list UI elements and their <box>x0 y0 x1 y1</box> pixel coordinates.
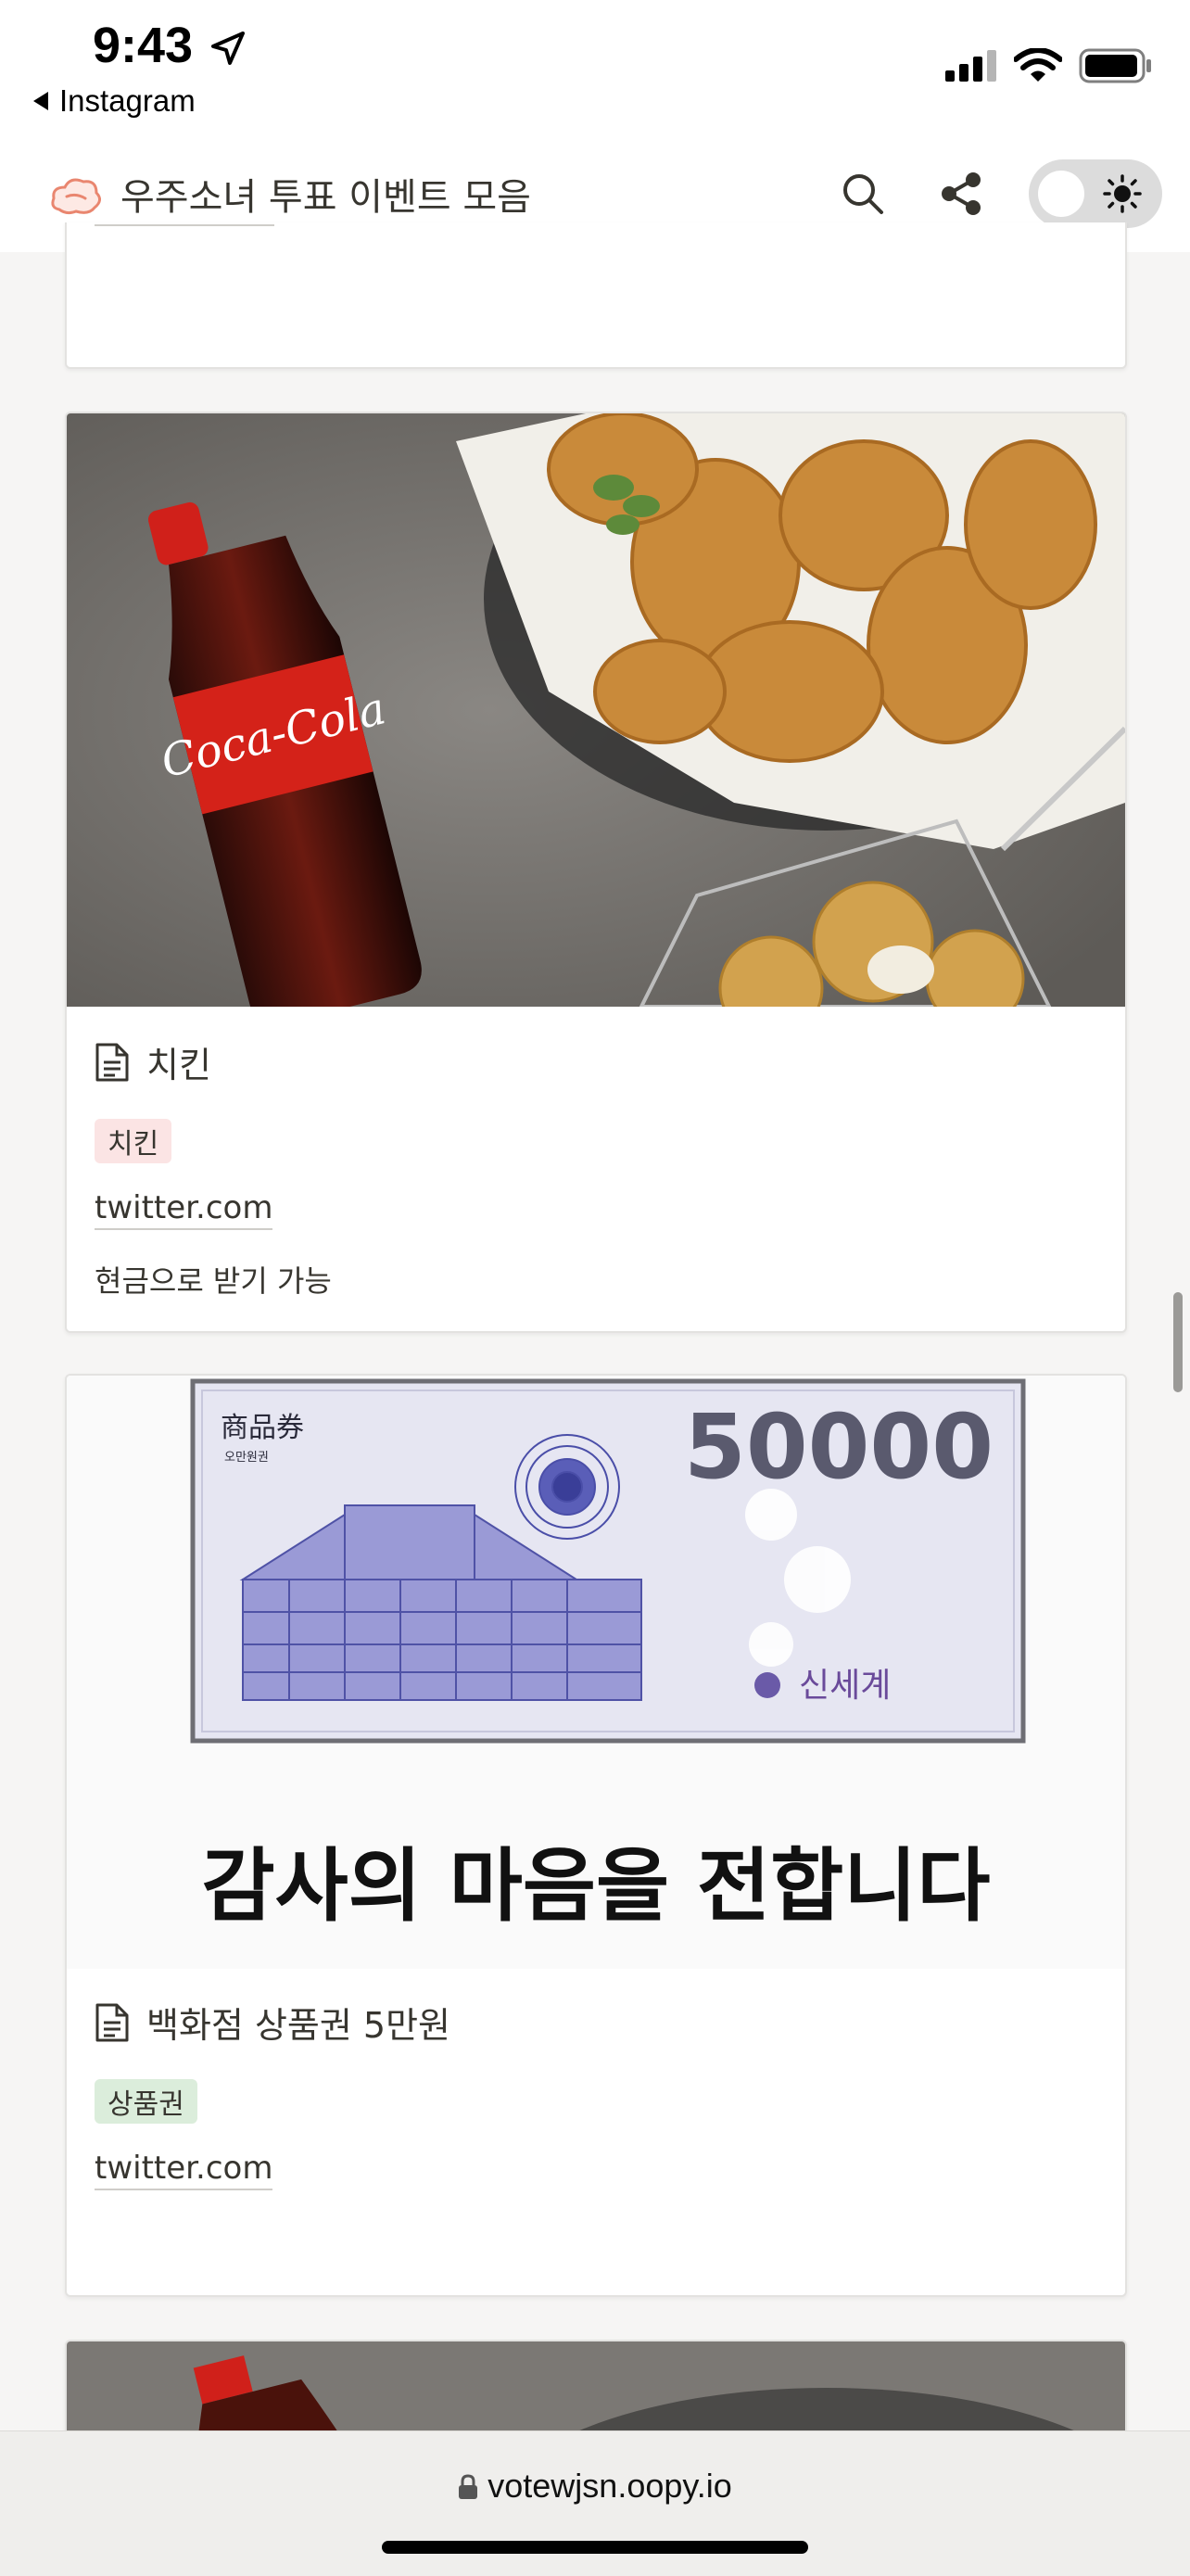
category-tag: 치킨 <box>95 1119 172 1163</box>
card-description: 현금으로 받기 가능 <box>95 1263 332 1299</box>
link-row: twitter.com <box>95 1189 1097 1230</box>
voucher-caption: 감사의 마음을 전합니다 <box>201 1839 990 1933</box>
status-icons <box>945 48 1153 83</box>
share-icon[interactable] <box>936 169 986 219</box>
document-icon <box>95 2003 129 2041</box>
url-text: votewjsn.oopy.io <box>487 2467 732 2505</box>
source-link[interactable]: twitter.com <box>95 2150 273 2190</box>
lock-icon <box>459 2474 478 2499</box>
browser-url-bar[interactable]: votewjsn.oopy.io <box>0 2430 1190 2576</box>
clock: 9:43 <box>93 18 194 73</box>
url-field[interactable]: votewjsn.oopy.io <box>0 2467 1190 2506</box>
card-body: 백화점 상품권 5만원 상품권 twitter.com <box>95 1997 1097 2190</box>
chicken-cola-photo: Coca-Cola <box>67 413 1125 1007</box>
voucher-brand: 신세계 <box>799 1667 891 1705</box>
source-link[interactable]: twitter.com <box>95 1189 273 1230</box>
toggle-knob <box>1038 171 1084 217</box>
document-icon <box>95 1043 129 1081</box>
card-title-row[interactable]: 백화점 상품권 5만원 <box>95 1997 1097 2048</box>
sun-icon <box>1103 174 1142 213</box>
card-title: 치킨 <box>146 1045 211 1085</box>
gallery-card-voucher[interactable]: 商品券 오만원권 50000 신세계 감사의 마음을 전합니다 백화점 상품권 … <box>65 1374 1127 2297</box>
gallery-card-partial[interactable] <box>65 222 1127 369</box>
search-icon[interactable] <box>840 171 886 217</box>
card-body: 치킨 치킨 twitter.com 현금으로 받기 가능 <box>95 1036 1097 1301</box>
home-indicator[interactable] <box>382 2541 808 2554</box>
category-tag: 상품권 <box>95 2079 197 2124</box>
voucher-amount: 50000 <box>684 1395 994 1499</box>
wifi-icon <box>1014 48 1062 82</box>
voucher-sub-label: 오만원권 <box>224 1451 269 1465</box>
card-title: 백화점 상품권 5만원 <box>146 2005 451 2046</box>
link-row: twitter.com <box>95 2150 1097 2190</box>
scroll-indicator[interactable] <box>1173 1292 1183 1392</box>
voucher-label: 商品券 <box>221 1412 304 1444</box>
back-to-app-link[interactable]: Instagram <box>33 83 196 119</box>
card-title-row[interactable]: 치킨 <box>95 1036 1097 1087</box>
link-underline <box>95 224 274 226</box>
tag-row: 상품권 <box>95 2079 1097 2124</box>
tag-row: 치킨 <box>95 1119 1097 1163</box>
status-bar: 9:43 Instagram <box>0 0 1190 139</box>
cloud-logo-icon[interactable] <box>48 172 104 221</box>
cellular-signal-icon <box>945 50 996 82</box>
back-arrow-icon <box>33 92 48 110</box>
voucher-photo: 商品券 오만원권 50000 신세계 감사의 마음을 전합니다 <box>67 1376 1125 1969</box>
location-arrow-icon <box>211 32 245 65</box>
battery-icon <box>1079 48 1151 83</box>
gallery-card-chicken[interactable]: Coca-Cola 치킨 치킨 twitter.com 현금으로 받기 가능 <box>65 412 1127 1333</box>
page-title: 우주소녀 투표 이벤트 모음 <box>120 176 531 219</box>
theme-toggle[interactable] <box>1029 159 1162 228</box>
back-app-label: Instagram <box>59 83 196 118</box>
